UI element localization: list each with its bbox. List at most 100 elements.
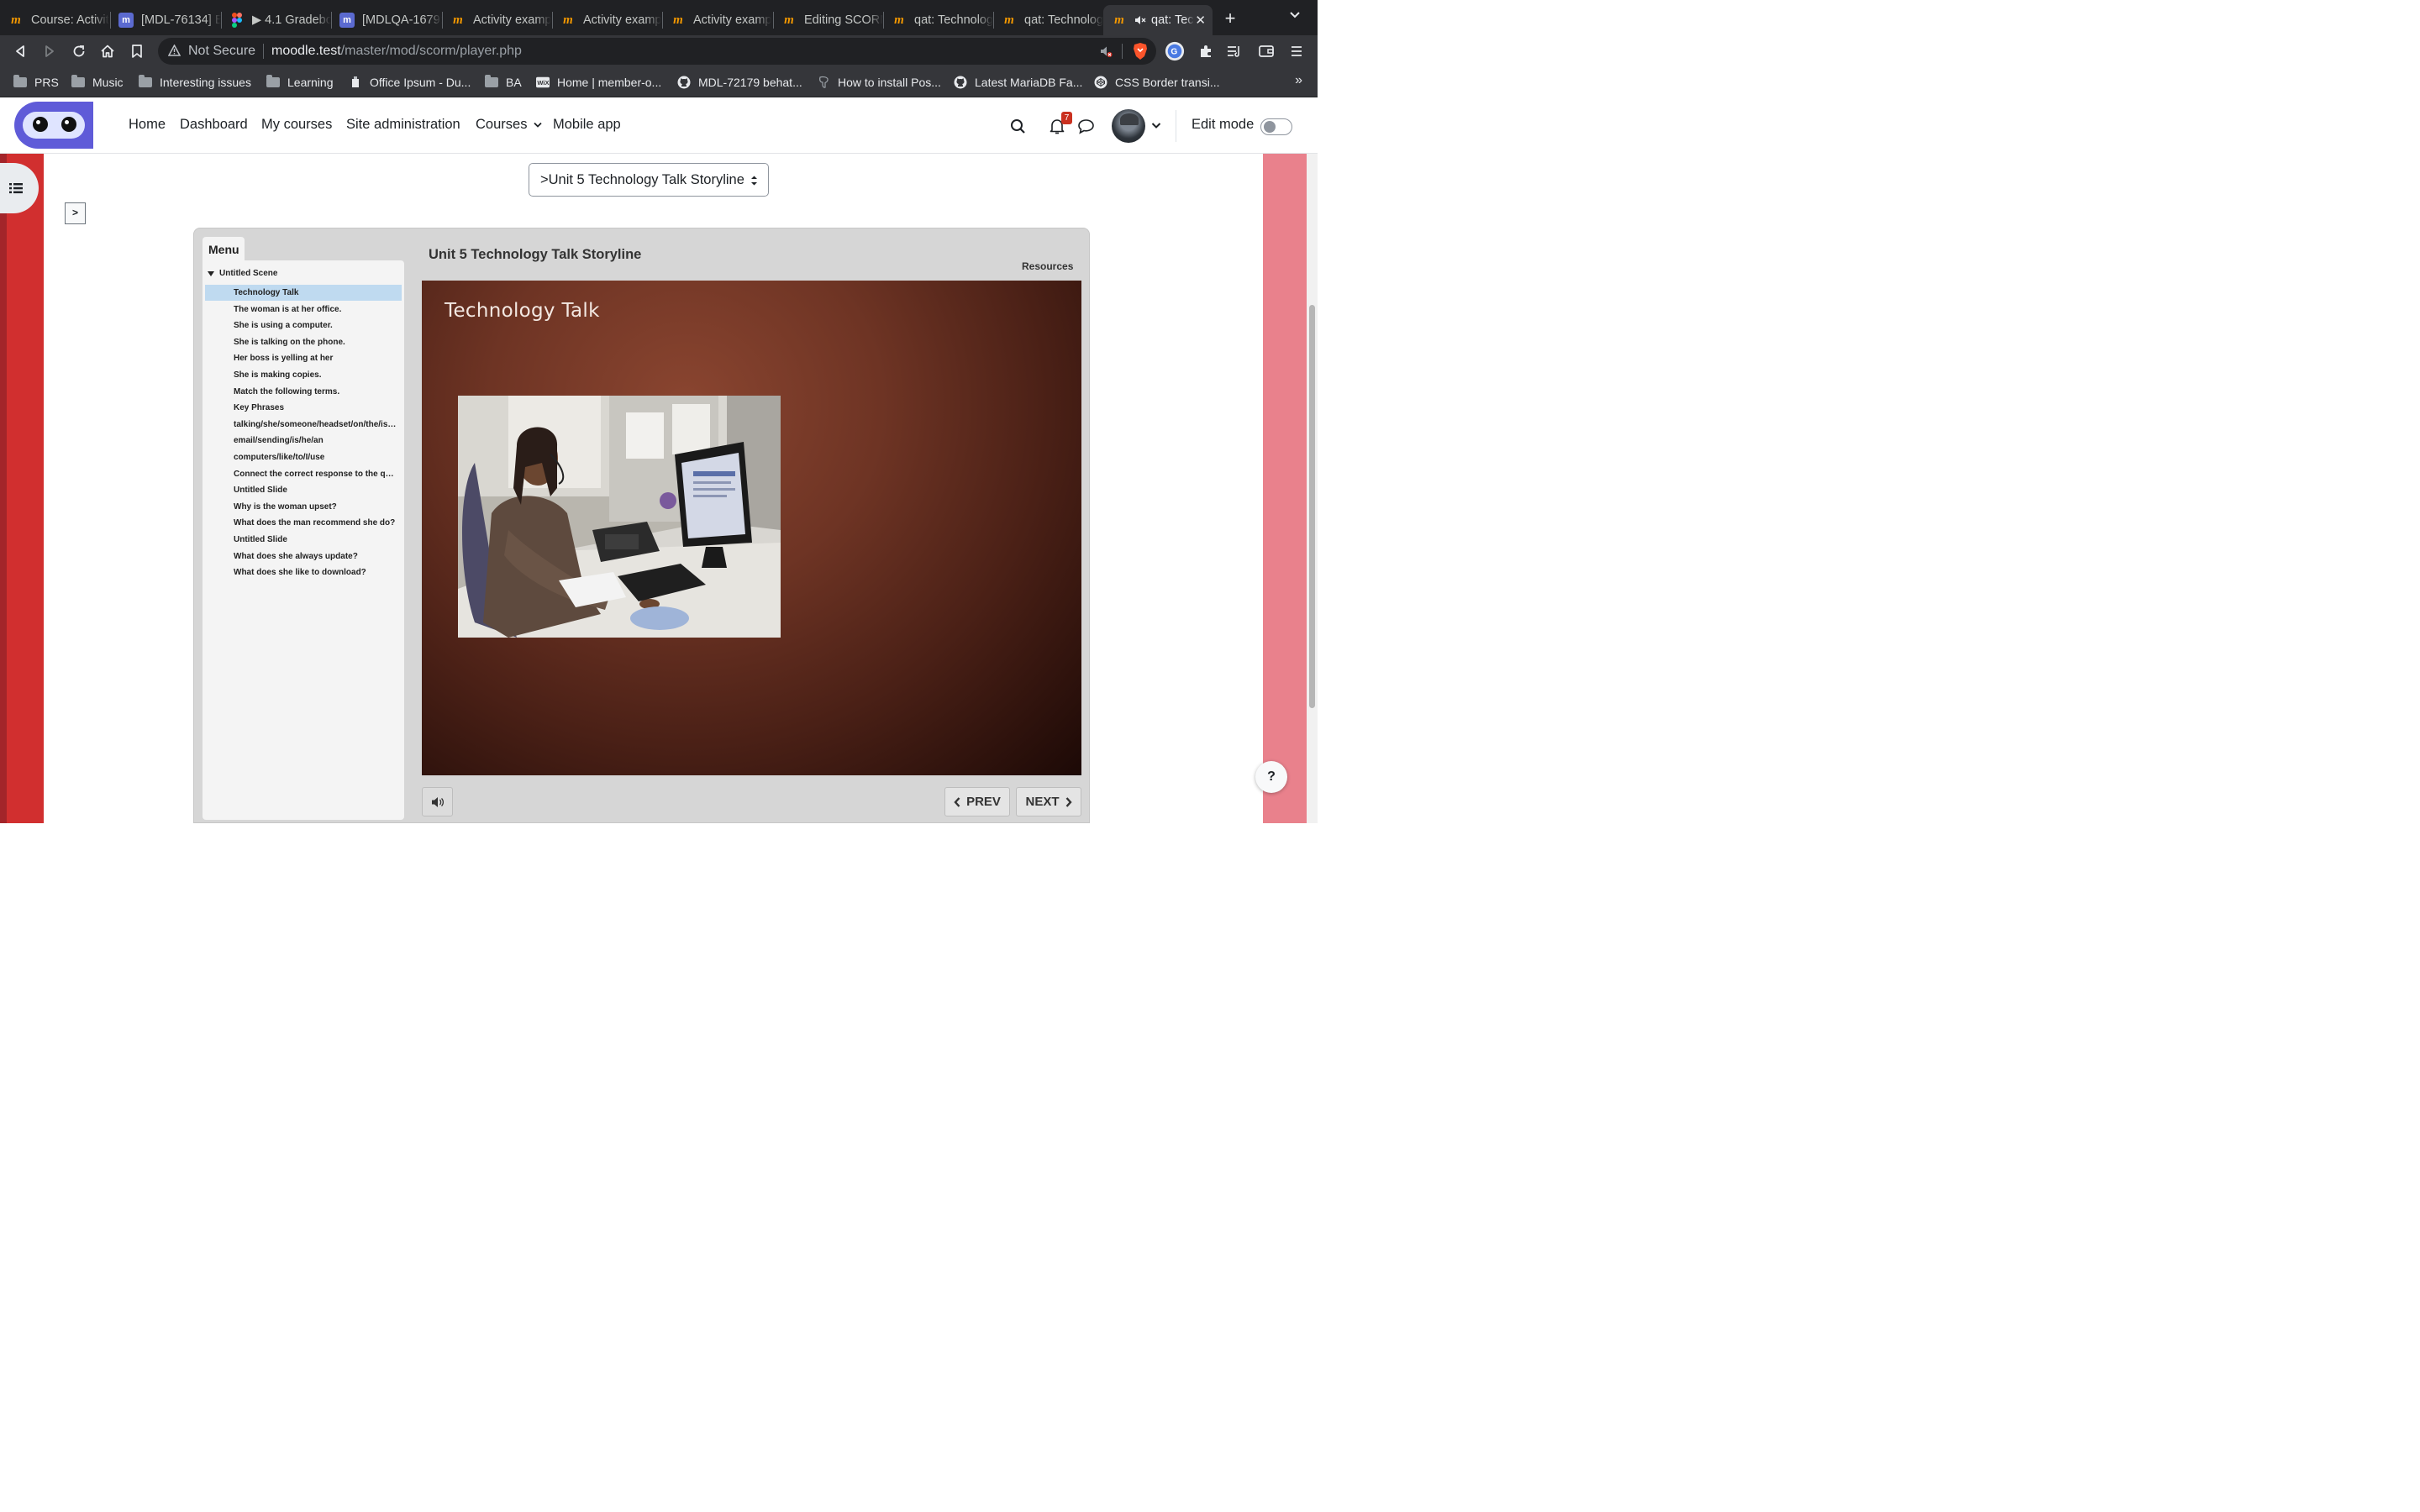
browser-tab[interactable]: ▶ 4.1 Gradebo — [221, 5, 331, 35]
menu-item[interactable]: She is using a computer. — [205, 318, 402, 333]
browser-tab[interactable]: m [MDL-76134] E — [110, 5, 221, 35]
menu-item[interactable]: She is talking on the phone. — [205, 334, 402, 350]
bookmark-item[interactable]: CSS Border transi... — [1094, 75, 1220, 90]
new-tab-button[interactable]: + — [1220, 8, 1240, 29]
reading-list-icon[interactable] — [1224, 41, 1244, 61]
messages-icon[interactable] — [1077, 118, 1095, 134]
close-tab-icon[interactable]: ✕ — [1195, 13, 1206, 28]
nav-my-courses[interactable]: My courses — [261, 117, 332, 133]
browser-tab-title: ▶ 4.1 Gradebo — [252, 13, 331, 27]
menu-scene[interactable]: Untitled Scene — [208, 269, 277, 278]
browser-tab[interactable]: m Activity examp — [662, 5, 773, 35]
menu-item[interactable]: talking/she/someone/headset/on/the/is/to — [205, 417, 402, 433]
page-scrollbar-thumb[interactable] — [1309, 305, 1315, 708]
menu-item[interactable]: The woman is at her office. — [205, 302, 402, 318]
bookmark-item[interactable]: How to install Pos... — [817, 75, 941, 90]
reload-icon[interactable] — [69, 41, 89, 61]
nav-site-administration[interactable]: Site administration — [346, 117, 460, 133]
menu-item[interactable]: Why is the woman upset? — [205, 499, 402, 515]
bookmark-item[interactable]: Learning — [266, 75, 334, 90]
browser-tab-title: Activity examp — [583, 13, 662, 27]
moodle-navbar: Home Dashboard My courses Site administr… — [0, 98, 1318, 154]
menu-item[interactable]: computers/like/to/I/use — [205, 449, 402, 465]
translate-extension-icon[interactable]: G — [1165, 41, 1185, 61]
browser-tab-title: qat: Technolog — [914, 13, 993, 27]
help-button[interactable]: ? — [1255, 761, 1287, 793]
warning-icon[interactable] — [168, 45, 181, 56]
browser-tab[interactable]: m qat: Technolog — [993, 5, 1103, 35]
menu-item[interactable]: What does she like to download? — [205, 564, 402, 580]
url-path: /master/mod/scorm/player.php — [340, 44, 522, 58]
nav-courses[interactable]: Courses — [476, 117, 542, 133]
bookmark-label: Office Ipsum - Du... — [370, 76, 471, 89]
toc-toggle-button[interactable]: > — [65, 202, 86, 224]
next-button[interactable]: NEXT — [1016, 787, 1081, 816]
menu-item[interactable]: Untitled Slide — [205, 532, 402, 548]
bookmark-item[interactable]: BA — [485, 75, 522, 90]
bookmarks-overflow-button[interactable]: » — [1295, 73, 1302, 88]
bookmark-item[interactable]: Office Ipsum - Du... — [349, 75, 471, 90]
tab-muted-icon[interactable] — [1099, 45, 1113, 58]
player-menu-panel: Menu Untitled Scene Technology Talk The w… — [203, 237, 404, 822]
tab-search-chevron-icon[interactable] — [1289, 11, 1301, 19]
menu-item-selected[interactable]: Technology Talk — [205, 285, 402, 301]
menu-item[interactable]: Connect the correct response to the qu..… — [205, 466, 402, 482]
browser-tab[interactable]: m qat: Technolog — [883, 5, 993, 35]
slide-title: Technology Talk — [445, 300, 600, 322]
url-text[interactable]: moodle.test/master/mod/scorm/player.php — [271, 44, 522, 59]
browser-tab-active[interactable]: m qat: Tec ✕ — [1103, 5, 1213, 35]
resources-button[interactable]: Resources — [1022, 260, 1073, 272]
browser-tab[interactable]: m Activity examp — [552, 5, 662, 35]
slide-canvas[interactable]: Technology Talk — [422, 281, 1081, 775]
menu-item[interactable]: email/sending/is/he/an — [205, 433, 402, 449]
browser-menu-icon[interactable] — [1286, 41, 1307, 61]
user-avatar[interactable] — [1112, 109, 1145, 143]
postgres-icon — [817, 76, 830, 89]
home-icon[interactable] — [97, 41, 118, 61]
browser-tab[interactable]: m Course: Activit — [0, 5, 110, 35]
site-logo[interactable] — [14, 102, 93, 149]
bookmark-item[interactable]: WiX Home | member-o... — [536, 75, 661, 90]
browser-tab[interactable]: m Editing SCORM — [773, 5, 883, 35]
bookmark-item[interactable]: MDL-72179 behat... — [677, 75, 802, 90]
extensions-puzzle-icon[interactable] — [1196, 41, 1216, 61]
menu-tab[interactable]: Menu — [203, 237, 245, 260]
address-bar[interactable]: Not Secure moodle.test/master/mod/scorm/… — [158, 38, 1156, 65]
bookmark-icon[interactable] — [127, 41, 147, 61]
nav-mobile-app[interactable]: Mobile app — [553, 117, 621, 133]
menu-item[interactable]: Match the following terms. — [205, 384, 402, 400]
brave-shield-icon[interactable] — [1132, 42, 1149, 60]
github-icon — [677, 76, 691, 89]
bookmark-item[interactable]: PRS — [13, 75, 59, 90]
menu-item[interactable]: What does she always update? — [205, 549, 402, 564]
edit-mode-toggle[interactable] — [1260, 118, 1292, 135]
tab-muted-speaker-icon[interactable] — [1134, 15, 1146, 25]
security-label[interactable]: Not Secure — [188, 44, 255, 59]
menu-item[interactable]: Untitled Slide — [205, 482, 402, 498]
menu-item[interactable]: She is making copies. — [205, 367, 402, 383]
scorm-activity-select[interactable]: >Unit 5 Technology Talk Storyline — [529, 163, 769, 197]
bookmark-item[interactable]: Interesting issues — [139, 75, 251, 90]
browser-tab[interactable]: m [MDLQA-1679: — [331, 5, 442, 35]
omnibox-divider — [263, 44, 264, 59]
prev-button[interactable]: PREV — [944, 787, 1010, 816]
forward-icon[interactable] — [39, 41, 60, 61]
nav-dashboard[interactable]: Dashboard — [180, 117, 248, 133]
page-scrollbar[interactable] — [1307, 154, 1318, 823]
menu-item[interactable]: Key Phrases — [205, 400, 402, 416]
search-icon[interactable] — [1010, 118, 1026, 134]
moodle-icon: m — [784, 13, 794, 27]
wallet-icon[interactable] — [1256, 41, 1276, 61]
moodle-icon: m — [563, 13, 573, 27]
back-icon[interactable] — [10, 41, 30, 61]
user-menu-chevron-icon[interactable] — [1151, 122, 1161, 129]
bookmark-item[interactable]: Latest MariaDB Fa... — [954, 75, 1082, 90]
tab-separator — [221, 12, 222, 29]
menu-item[interactable]: What does the man recommend she do? — [205, 515, 402, 531]
bookmark-item[interactable]: Music — [71, 75, 124, 90]
menu-item[interactable]: Her boss is yelling at her — [205, 350, 402, 366]
tab-separator — [662, 12, 663, 29]
browser-tab[interactable]: m Activity examp — [442, 5, 552, 35]
nav-home[interactable]: Home — [129, 117, 166, 133]
volume-button[interactable] — [422, 787, 453, 816]
